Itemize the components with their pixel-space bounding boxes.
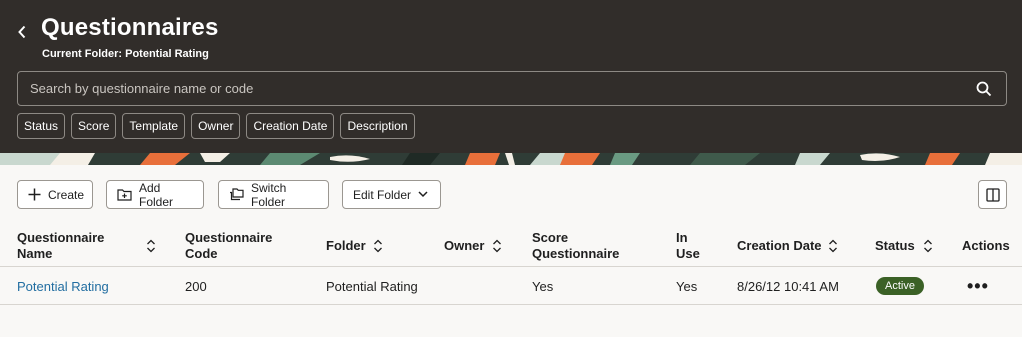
cell-creation-date: 8/26/12 10:41 AM — [737, 278, 839, 294]
filter-chip-creation-date[interactable]: Creation Date — [246, 113, 335, 139]
create-button[interactable]: Create — [17, 180, 93, 209]
switch-folder-button[interactable]: Switch Folder — [218, 180, 329, 209]
current-folder-label: Current Folder: Potential Rating — [42, 48, 209, 60]
sort-icon[interactable] — [492, 239, 502, 253]
filter-chip-description[interactable]: Description — [340, 113, 415, 139]
filter-chip-status[interactable]: Status — [17, 113, 66, 139]
column-header-actions: Actions — [962, 225, 1010, 267]
column-header-label: Code — [185, 246, 218, 261]
split-panel-icon — [985, 187, 1000, 202]
search-icon[interactable] — [976, 81, 992, 97]
questionnaires-table: Questionnaire Name Questionnaire Code Fold… — [0, 225, 1022, 305]
search-bar — [17, 71, 1007, 106]
column-header-folder[interactable]: Folder — [326, 225, 366, 267]
back-button[interactable] — [12, 20, 32, 44]
table-row[interactable]: Potential Rating 200 Potential Rating Ye… — [0, 267, 1022, 305]
column-header-label: Folder — [326, 238, 366, 253]
filter-chip-template[interactable]: Template — [122, 113, 186, 139]
filter-chips: Status Score Template Owner Creation Dat… — [17, 113, 415, 139]
search-input[interactable] — [30, 72, 960, 105]
chevron-left-icon — [18, 25, 26, 39]
questionnaire-name-link[interactable]: Potential Rating — [17, 279, 109, 294]
add-folder-button[interactable]: Add Folder — [106, 180, 204, 209]
cell-actions: ••• — [967, 267, 989, 305]
cell-folder: Potential Rating — [326, 278, 418, 294]
column-header-label: Actions — [962, 238, 1010, 253]
create-button-label: Create — [48, 187, 85, 202]
page-title: Questionnaires — [41, 14, 219, 41]
edit-folder-button[interactable]: Edit Folder — [342, 180, 441, 209]
filter-chip-owner[interactable]: Owner — [191, 113, 241, 139]
plus-icon — [28, 188, 41, 201]
column-header-label: Status — [875, 238, 915, 253]
sort-icon[interactable] — [828, 239, 838, 253]
column-header-label: Questionnaire — [17, 230, 105, 245]
column-header-score-questionnaire[interactable]: Score Questionnaire — [532, 225, 619, 267]
column-header-in-use[interactable]: In Use — [676, 225, 700, 267]
column-header-label: Questionnaire — [185, 230, 273, 245]
sort-icon[interactable] — [373, 239, 383, 253]
table-header: Questionnaire Name Questionnaire Code Fold… — [0, 225, 1022, 267]
more-actions-icon[interactable]: ••• — [967, 276, 989, 297]
add-folder-icon — [117, 189, 132, 201]
cell-questionnaire-code: 200 — [185, 278, 207, 294]
column-header-label: In — [676, 230, 688, 245]
filter-chip-score[interactable]: Score — [71, 113, 117, 139]
column-panel-toggle-button[interactable] — [978, 180, 1007, 209]
column-header-label: Name — [17, 246, 53, 261]
column-header-questionnaire-code[interactable]: Questionnaire Code — [185, 225, 315, 267]
cell-score-questionnaire: Yes — [532, 278, 554, 294]
sort-icon[interactable] — [146, 239, 156, 253]
column-header-label: Questionnaire — [532, 246, 620, 261]
column-header-status[interactable]: Status — [875, 225, 915, 267]
cell-in-use: Yes — [676, 278, 698, 294]
decorative-banner — [0, 153, 1022, 165]
status-badge: Active — [876, 277, 924, 295]
sort-icon[interactable] — [923, 239, 933, 253]
add-folder-button-label: Add Folder — [139, 180, 174, 209]
column-header-label: Creation Date — [737, 238, 822, 253]
cell-status: Active — [876, 267, 924, 305]
column-header-label: Use — [676, 246, 700, 261]
column-header-label: Score — [532, 230, 569, 245]
chevron-down-icon — [418, 191, 428, 198]
column-header-owner[interactable]: Owner — [444, 225, 484, 267]
column-header-label: Owner — [444, 238, 485, 253]
edit-folder-button-label: Edit Folder — [353, 187, 412, 202]
page-header: Questionnaires Current Folder: Potential… — [0, 0, 1022, 153]
column-header-questionnaire-name[interactable]: Questionnaire Name — [17, 225, 142, 267]
switch-folder-button-label: Switch Folder — [251, 180, 287, 209]
column-header-creation-date[interactable]: Creation Date — [737, 225, 822, 267]
cell-questionnaire-name: Potential Rating — [17, 267, 109, 305]
switch-folder-icon — [230, 187, 244, 200]
toolbar: Create Add Folder Switch Folder Edit Fol… — [0, 165, 1022, 225]
